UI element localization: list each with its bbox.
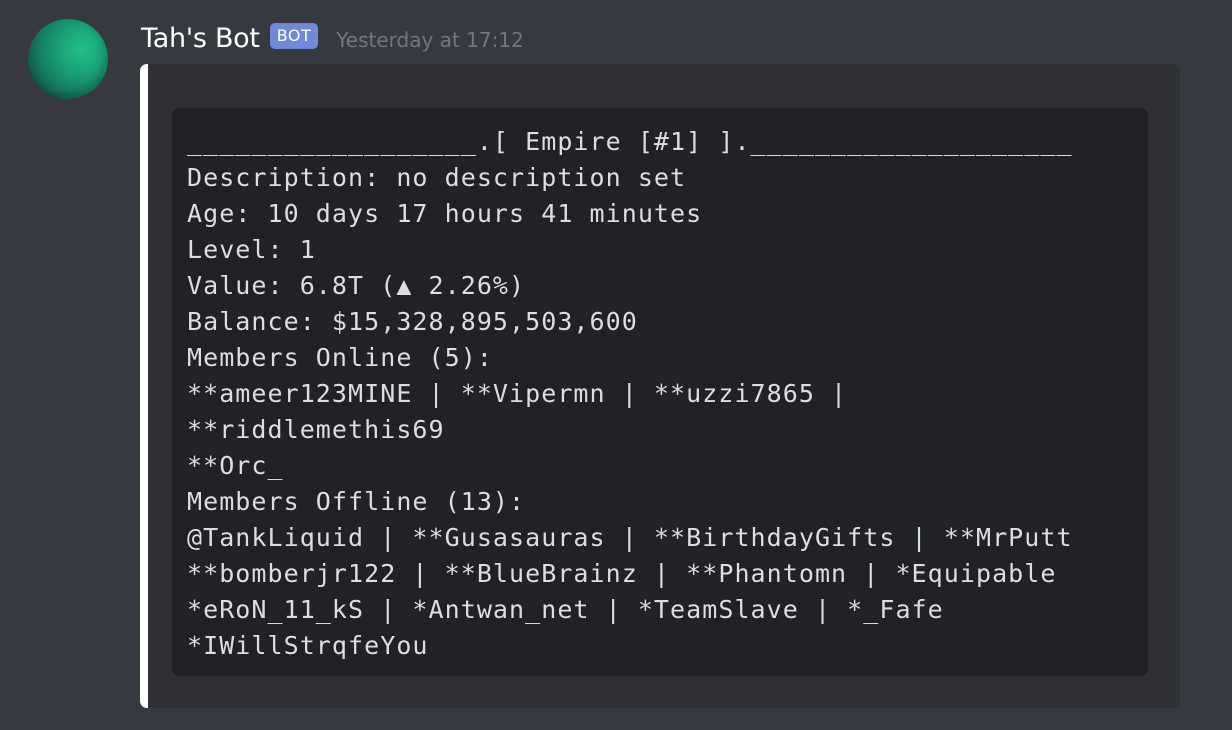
- code-lines: __________________.[ Empire [#1] ]._____…: [187, 124, 1073, 664]
- code-line-members-online-2: **riddlemethis69: [187, 415, 445, 444]
- code-line-members-online-header: Members Online (5):: [187, 343, 493, 372]
- code-line-members-offline-header: Members Offline (13):: [187, 487, 526, 516]
- bot-badge: BOT: [269, 23, 319, 49]
- chat-message: Tah's Bot BOT Yesterday at 17:12 _______…: [0, 0, 1232, 730]
- code-line-members-offline-3: *eRoN_11_kS | *Antwan_net | *TeamSlave |…: [187, 595, 944, 624]
- code-line-age: Age: 10 days 17 hours 41 minutes: [187, 199, 703, 228]
- code-line-level: Level: 1: [187, 235, 316, 264]
- code-line-value: Value: 6.8T (▲ 2.26%): [187, 271, 526, 300]
- bot-avatar[interactable]: [28, 19, 108, 99]
- message-header: Tah's Bot BOT Yesterday at 17:12: [141, 20, 524, 56]
- code-line-members-offline-2: **bomberjr122 | **BlueBrainz | **Phantom…: [187, 559, 1057, 588]
- code-line-description: Description: no description set: [187, 163, 687, 192]
- code-line-members-offline-4: *IWillStrqfeYou: [187, 631, 429, 660]
- author-username[interactable]: Tah's Bot: [141, 23, 260, 54]
- message-timestamp[interactable]: Yesterday at 17:12: [336, 28, 524, 52]
- code-line-members-offline-1: @TankLiquid | **Gusasauras | **BirthdayG…: [187, 523, 1073, 552]
- code-line-title: __________________.[ Empire [#1] ]._____…: [187, 127, 1073, 156]
- code-line-members-online-3: **Orc_: [187, 451, 284, 480]
- message-embed: __________________.[ Empire [#1] ]._____…: [140, 64, 1180, 708]
- code-line-members-online-1: **ameer123MINE | **Vipermn | **uzzi7865 …: [187, 379, 848, 408]
- embed-accent-bar: [140, 64, 148, 708]
- code-line-balance: Balance: $15,328,895,503,600: [187, 307, 638, 336]
- code-block: __________________.[ Empire [#1] ]._____…: [172, 108, 1148, 676]
